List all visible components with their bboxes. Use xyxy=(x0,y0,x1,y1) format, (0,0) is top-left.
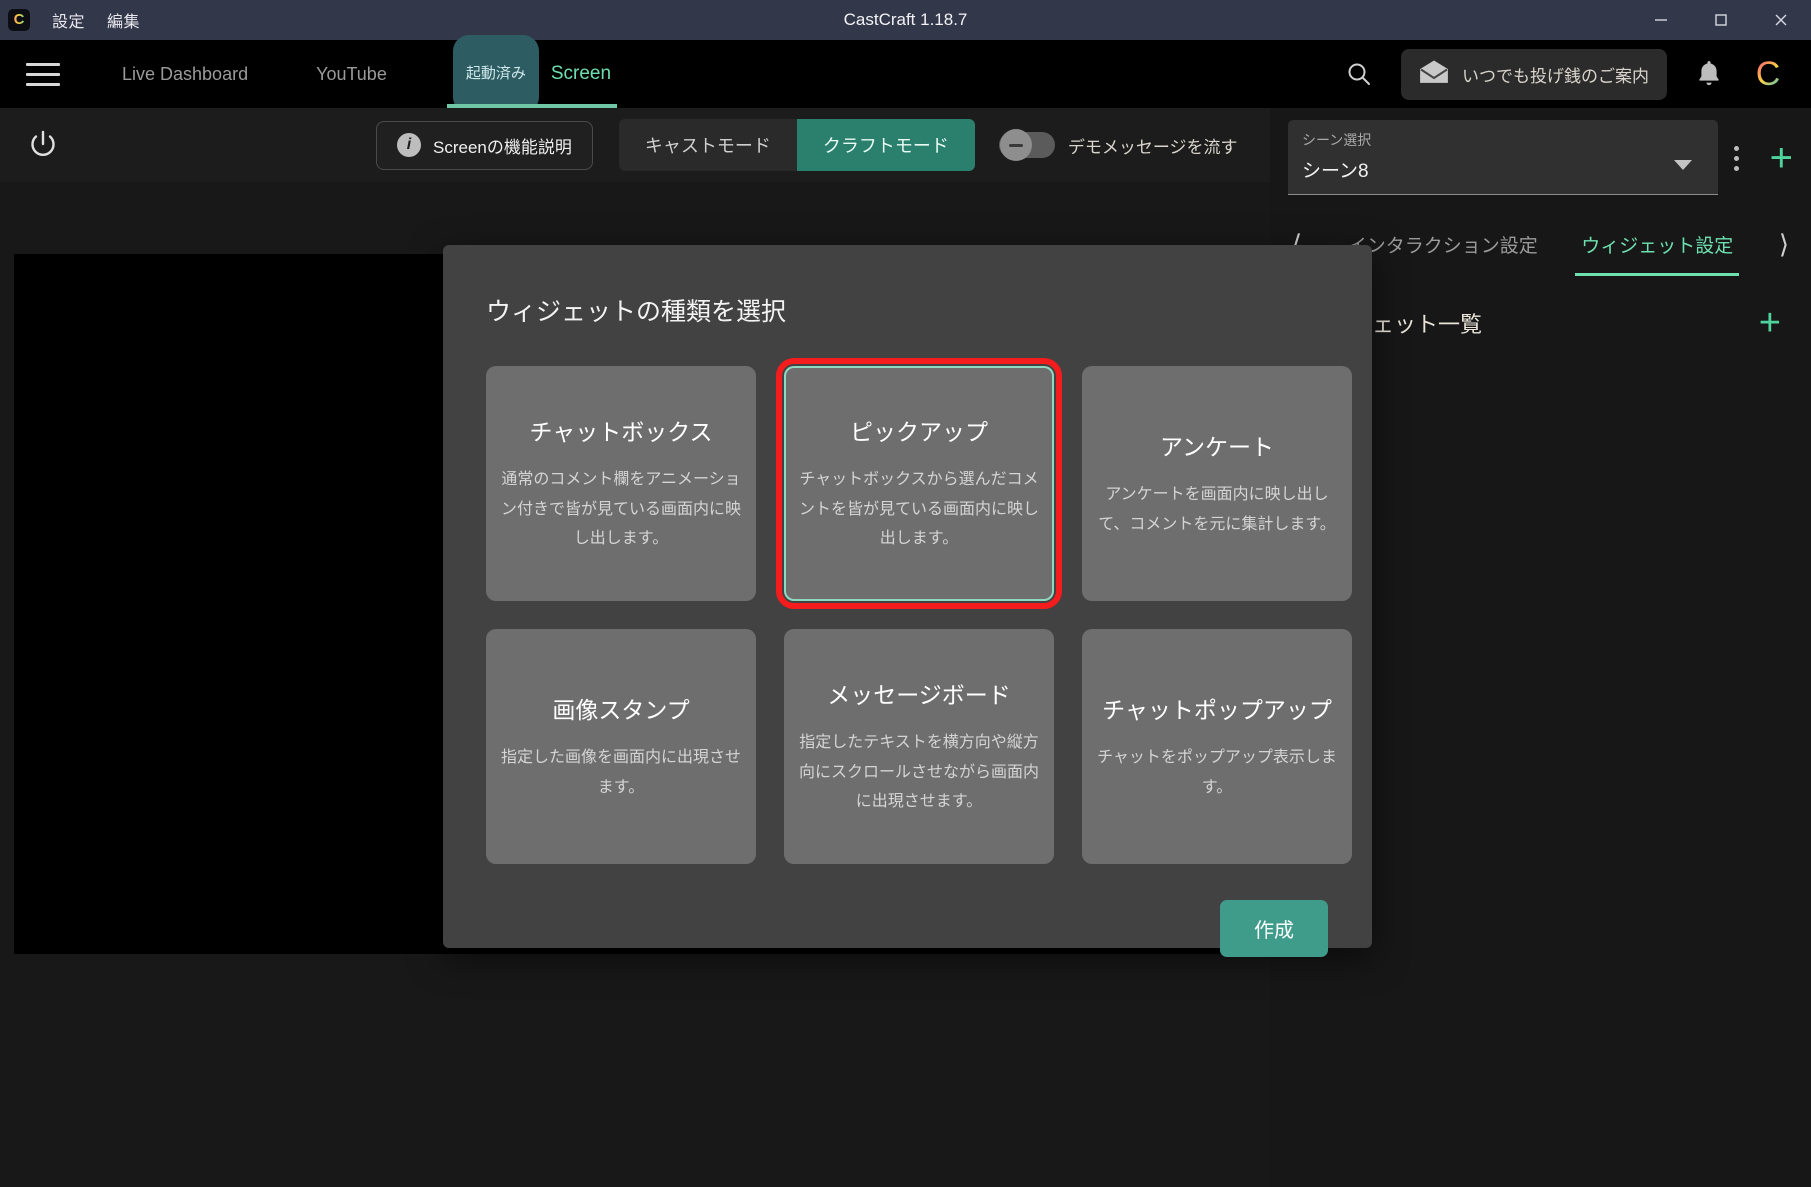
widget-card-desc: 指定したテキストを横方向や縦方向にスクロールさせながら画面内に出現させます。 xyxy=(798,734,1039,811)
app-window: 設定 編集 CastCraft 1.18.7 Live Dashboard Yo… xyxy=(0,0,1811,1187)
widget-card-image-stamp[interactable]: 画像スタンプ 指定した画像を画面内に出現させます。 xyxy=(486,629,756,864)
widget-card-title: チャットポップアップ xyxy=(1102,696,1332,723)
modal-title: ウィジェットの種類を選択 xyxy=(486,298,787,326)
widget-card-pickup[interactable]: ピックアップ チャットボックスから選んだコメントを皆が見ている画面内に映し出しま… xyxy=(776,358,1062,609)
widget-card-survey[interactable]: アンケート アンケートを画面内に映し出して、コメントを元に集計します。 xyxy=(1082,366,1352,601)
widget-card-title: メッセージボード xyxy=(827,682,1011,709)
widget-type-grid: チャットボックス 通常のコメント欄をアニメーション付きで皆が見ている画面内に映し… xyxy=(443,328,1372,864)
widget-card-desc: アンケートを画面内に映し出して、コメントを元に集計します。 xyxy=(1098,485,1336,533)
widget-card-desc: 通常のコメント欄をアニメーション付きで皆が見ている画面内に映し出します。 xyxy=(500,471,741,548)
widget-card-desc: チャットをポップアップ表示します。 xyxy=(1097,748,1337,796)
widget-card-chat-popup[interactable]: チャットポップアップ チャットをポップアップ表示します。 xyxy=(1082,629,1352,864)
widget-card-desc: 指定した画像を画面内に出現させます。 xyxy=(500,748,741,796)
widget-card-desc: チャットボックスから選んだコメントを皆が見ている画面内に映し出します。 xyxy=(798,471,1039,548)
widget-card-title: チャットボックス xyxy=(529,419,713,446)
widget-type-modal: ウィジェットの種類を選択 チャットボックス 通常のコメント欄をアニメーション付き… xyxy=(443,245,1372,957)
modal-footer: 作成 xyxy=(443,864,1372,957)
widget-card-chatbox[interactable]: チャットボックス 通常のコメント欄をアニメーション付きで皆が見ている画面内に映し… xyxy=(486,366,756,601)
widget-card-title: ピックアップ xyxy=(850,419,988,446)
widget-card-title: アンケート xyxy=(1159,433,1275,460)
widget-card-title: 画像スタンプ xyxy=(552,696,690,723)
create-button[interactable]: 作成 xyxy=(1220,900,1328,957)
widget-card-message-board[interactable]: メッセージボード 指定したテキストを横方向や縦方向にスクロールさせながら画面内に… xyxy=(784,629,1054,864)
